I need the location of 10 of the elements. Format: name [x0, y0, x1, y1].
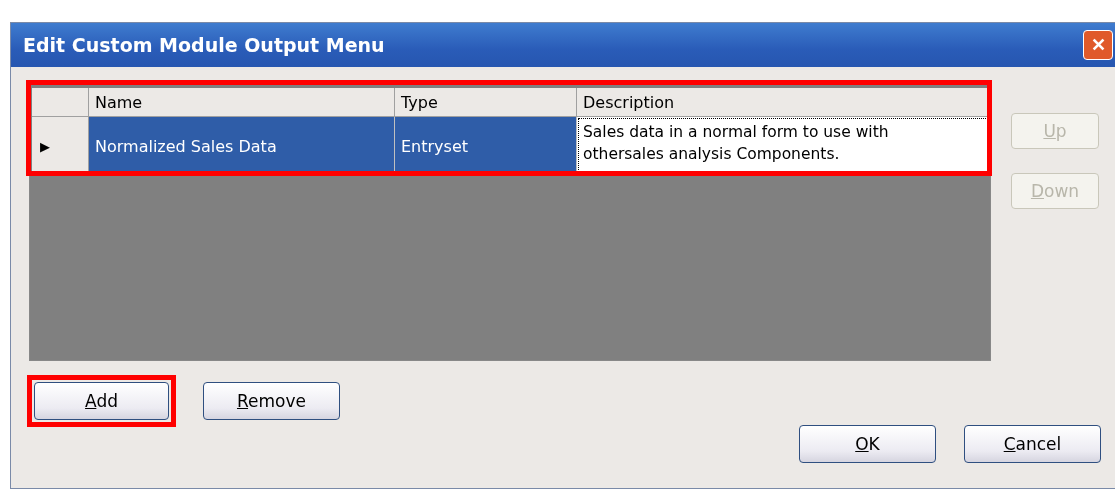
- add-button[interactable]: Add: [34, 382, 169, 420]
- ok-button[interactable]: OK: [799, 425, 936, 463]
- remove-button[interactable]: Remove: [203, 382, 340, 420]
- window-title: Edit Custom Module Output Menu: [23, 34, 385, 56]
- close-button[interactable]: ✕: [1083, 30, 1113, 60]
- column-header[interactable]: Type: [395, 88, 577, 117]
- column-header[interactable]: Description: [577, 88, 989, 117]
- grid-corner: [32, 88, 89, 117]
- cancel-button[interactable]: Cancel: [964, 425, 1101, 463]
- column-header[interactable]: Name: [89, 88, 395, 117]
